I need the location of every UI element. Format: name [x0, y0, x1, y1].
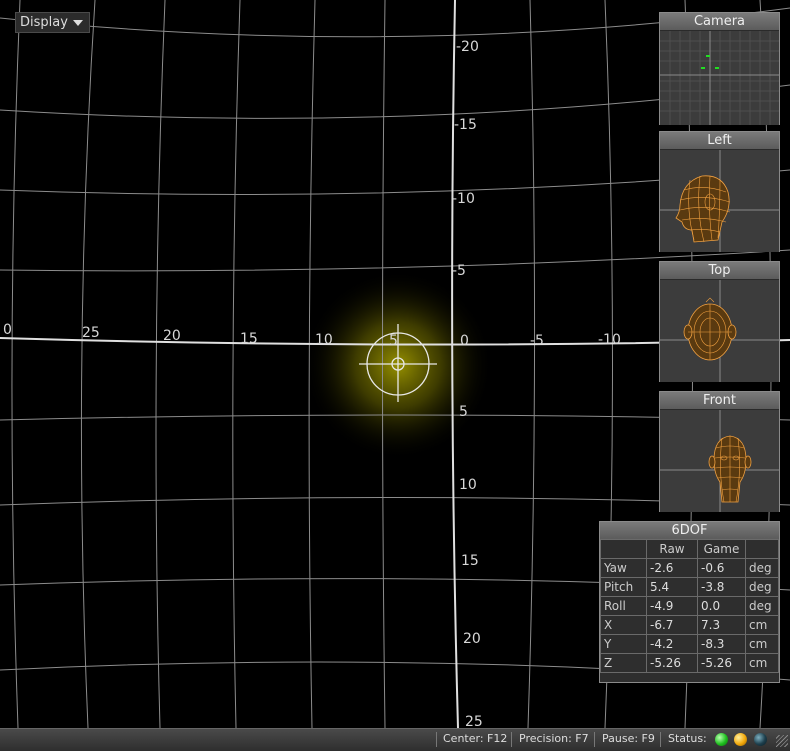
dof-unit: cm — [745, 634, 779, 654]
status-off-led-icon — [754, 733, 767, 746]
h-axis-label: 0 — [3, 322, 12, 338]
status-divider — [511, 732, 512, 747]
top-view-panel[interactable]: Top — [659, 261, 780, 382]
pause-shortcut-label: Pause: F9 — [602, 732, 655, 745]
head-front-view — [660, 410, 779, 512]
status-bar: Center: F12 Precision: F7 Pause: F9 Stat… — [0, 728, 790, 751]
left-panel-title: Left — [660, 132, 779, 150]
v-axis-label: 20 — [463, 631, 481, 647]
dof-game: 7.3 — [697, 615, 746, 635]
table-header-row: Raw Game — [600, 539, 779, 559]
h-axis-label: -5 — [530, 333, 544, 349]
table-row: Y -4.2 -8.3 cm — [600, 634, 779, 654]
dof-raw: -2.6 — [646, 558, 698, 578]
v-axis-label: 15 — [461, 553, 479, 569]
table-row: X -6.7 7.3 cm — [600, 615, 779, 635]
head-top-view — [660, 280, 779, 382]
dof-unit: deg — [745, 558, 779, 578]
dof-label: Yaw — [600, 558, 647, 578]
head-left-view — [660, 150, 779, 252]
dof-game: -3.8 — [697, 577, 746, 597]
table-header-cell — [745, 539, 779, 559]
dof-label: Z — [600, 653, 647, 673]
display-dropdown-label: Display — [20, 15, 68, 30]
6dof-panel: 6DOF Raw Game Yaw -2.6 -0.6 deg Pitch 5.… — [599, 521, 780, 683]
h-axis-label: 0 — [460, 333, 469, 349]
precision-shortcut-label: Precision: F7 — [519, 732, 589, 745]
dropdown-arrow-icon — [73, 20, 83, 26]
left-view-panel[interactable]: Left — [659, 131, 780, 252]
dof-label: X — [600, 615, 647, 635]
dof-raw: -5.26 — [646, 653, 698, 673]
table-row: Yaw -2.6 -0.6 deg — [600, 558, 779, 578]
dof-label: Y — [600, 634, 647, 654]
camera-preview — [660, 31, 779, 125]
dof-unit: deg — [745, 596, 779, 616]
tracking-viewport[interactable]: 0 25 20 15 10 5 0 -5 -10 -20 -15 -10 -5 … — [0, 0, 790, 728]
h-axis-label: -10 — [598, 332, 621, 348]
v-axis-label: -15 — [454, 117, 477, 133]
v-axis-label: 25 — [465, 714, 483, 728]
6dof-table: Raw Game Yaw -2.6 -0.6 deg Pitch 5.4 -3.… — [600, 539, 779, 673]
v-axis-label: 5 — [459, 404, 468, 420]
dof-raw: 5.4 — [646, 577, 698, 597]
dof-game: -5.26 — [697, 653, 746, 673]
table-header-cell: Game — [697, 539, 746, 559]
table-header-cell: Raw — [646, 539, 698, 559]
dof-game: -8.3 — [697, 634, 746, 654]
h-axis-label: 10 — [315, 332, 333, 348]
table-header-cell — [600, 539, 647, 559]
status-label: Status: — [668, 732, 707, 745]
h-axis-label: 5 — [389, 333, 398, 349]
display-dropdown[interactable]: Display — [15, 12, 90, 33]
dof-game: -0.6 — [697, 558, 746, 578]
dof-unit: deg — [745, 577, 779, 597]
h-axis-label: 25 — [82, 325, 100, 341]
camera-panel[interactable]: Camera — [659, 12, 780, 125]
status-divider — [594, 732, 595, 747]
v-axis-label: 10 — [459, 477, 477, 493]
h-axis-label: 20 — [163, 328, 181, 344]
v-axis-label: -5 — [452, 263, 466, 279]
dof-unit: cm — [745, 615, 779, 635]
table-row: Z -5.26 -5.26 cm — [600, 653, 779, 673]
v-axis-label: -20 — [456, 39, 479, 55]
top-panel-title: Top — [660, 262, 779, 280]
camera-panel-title: Camera — [660, 13, 779, 31]
6dof-title: 6DOF — [600, 522, 779, 539]
dof-raw: -4.9 — [646, 596, 698, 616]
dof-raw: -4.2 — [646, 634, 698, 654]
status-divider — [436, 732, 437, 747]
dof-game: 0.0 — [697, 596, 746, 616]
dof-label: Roll — [600, 596, 647, 616]
dof-label: Pitch — [600, 577, 647, 597]
table-row: Roll -4.9 0.0 deg — [600, 596, 779, 616]
v-axis-label: -10 — [452, 191, 475, 207]
front-panel-title: Front — [660, 392, 779, 410]
status-green-led-icon — [715, 733, 728, 746]
h-axis-label: 15 — [240, 331, 258, 347]
resize-grip-icon[interactable] — [776, 735, 788, 747]
dof-unit: cm — [745, 653, 779, 673]
table-row: Pitch 5.4 -3.8 deg — [600, 577, 779, 597]
front-view-panel[interactable]: Front — [659, 391, 780, 512]
status-divider — [660, 732, 661, 747]
status-orange-led-icon — [734, 733, 747, 746]
center-shortcut-label: Center: F12 — [443, 732, 508, 745]
dof-raw: -6.7 — [646, 615, 698, 635]
